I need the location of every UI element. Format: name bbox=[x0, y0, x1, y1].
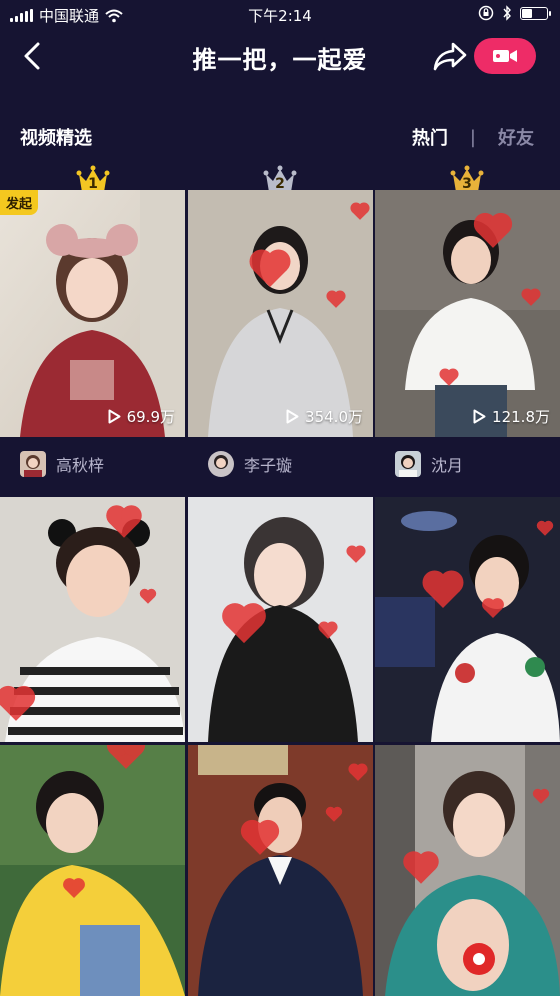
creator-name: 李子璇 bbox=[244, 456, 293, 475]
nav-bar: 推一把，一起爱 bbox=[0, 30, 560, 84]
video-tile[interactable] bbox=[188, 745, 373, 996]
share-icon[interactable] bbox=[432, 40, 468, 72]
video-tile[interactable] bbox=[0, 497, 185, 742]
thumbnail-image bbox=[375, 497, 560, 742]
featured-row: 1 发起 69.9万 高秋梓 2 354.0万 李子璇 3 121.8万 沈月 bbox=[0, 160, 560, 500]
status-right bbox=[478, 5, 551, 21]
video-camera-icon bbox=[493, 50, 517, 62]
video-tile[interactable] bbox=[0, 745, 185, 996]
tab-separator: | bbox=[469, 126, 476, 148]
play-count-value: 121.8万 bbox=[492, 408, 550, 426]
play-count: 69.9万 bbox=[108, 406, 175, 427]
tab-friends[interactable]: 好友 bbox=[498, 124, 534, 150]
video-tile[interactable] bbox=[375, 745, 560, 996]
play-count: 121.8万 bbox=[473, 406, 550, 427]
thumbnail-image bbox=[188, 745, 373, 996]
avatar bbox=[208, 451, 234, 477]
status-time: 下午2:14 bbox=[248, 7, 312, 25]
avatar bbox=[395, 451, 421, 477]
video-row bbox=[0, 745, 560, 996]
creator-info[interactable]: 沈月 bbox=[395, 449, 463, 479]
featured-video-2[interactable]: 2 354.0万 李子璇 bbox=[188, 160, 373, 490]
video-thumbnail[interactable]: 发起 69.9万 bbox=[0, 190, 185, 437]
play-icon bbox=[286, 409, 299, 424]
orientation-lock-icon bbox=[478, 5, 494, 21]
tab-bar: 热门 | 好友 bbox=[412, 124, 534, 150]
status-bar: 中国联通 下午2:14 bbox=[0, 0, 560, 30]
video-thumbnail[interactable]: 354.0万 bbox=[188, 190, 373, 437]
thumbnail-image bbox=[0, 745, 185, 996]
bluetooth-icon bbox=[503, 5, 511, 21]
featured-video-1[interactable]: 1 发起 69.9万 高秋梓 bbox=[0, 160, 185, 490]
play-count: 354.0万 bbox=[286, 406, 363, 427]
play-count-value: 69.9万 bbox=[126, 408, 175, 426]
video-tile[interactable] bbox=[375, 497, 560, 742]
featured-video-3[interactable]: 3 121.8万 沈月 bbox=[375, 160, 560, 490]
creator-info[interactable]: 高秋梓 bbox=[20, 449, 104, 479]
battery-icon bbox=[520, 6, 551, 20]
tab-hot[interactable]: 热门 bbox=[412, 124, 448, 150]
creator-name: 沈月 bbox=[431, 456, 464, 475]
record-video-button[interactable] bbox=[474, 38, 536, 74]
play-icon bbox=[108, 409, 121, 424]
thumbnail-image bbox=[0, 190, 185, 437]
thumbnail-image bbox=[375, 745, 560, 996]
video-tile[interactable] bbox=[188, 497, 373, 742]
creator-name: 高秋梓 bbox=[56, 456, 105, 475]
section-title: 视频精选 bbox=[20, 128, 92, 149]
thumbnail-image bbox=[188, 497, 373, 742]
avatar bbox=[20, 451, 46, 477]
section-header: 视频精选 热门 | 好友 bbox=[0, 108, 560, 160]
thumbnail-image bbox=[188, 190, 373, 437]
video-thumbnail[interactable]: 121.8万 bbox=[375, 190, 560, 437]
creator-info[interactable]: 李子璇 bbox=[208, 449, 292, 479]
thumbnail-image bbox=[375, 190, 560, 437]
initiator-badge: 发起 bbox=[0, 190, 39, 215]
play-count-value: 354.0万 bbox=[305, 408, 363, 426]
battery-level bbox=[522, 8, 533, 18]
video-row bbox=[0, 497, 560, 742]
play-icon bbox=[473, 409, 486, 424]
